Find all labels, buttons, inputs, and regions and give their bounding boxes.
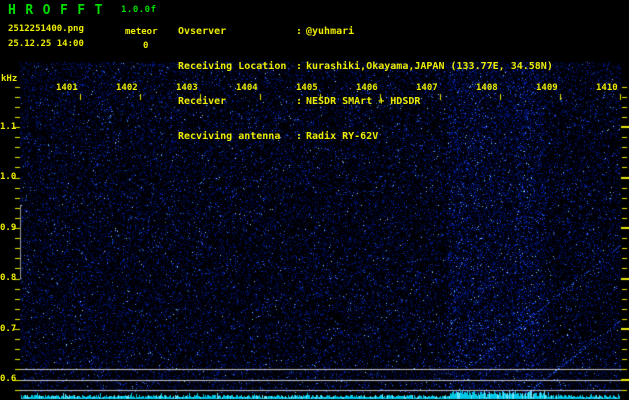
info-row-receiver: Receiver: NESDR SMArt + HDSDR (178, 95, 628, 108)
freq-tick-label: 0.7 (0, 324, 17, 334)
app-version: 1.0.0f (121, 5, 157, 15)
freq-tick-label: 1.1 (0, 122, 17, 132)
info-value: kurashiki,Okayama,JAPAN (133.77E, 34.58N… (306, 61, 553, 72)
time-tick-label: 1405 (296, 83, 318, 93)
datetime-label: 25.12.25 14:00 (8, 39, 84, 49)
time-tick-label: 1410 (596, 83, 618, 93)
info-separator: : (296, 96, 303, 107)
time-tick-label: 1409 (536, 83, 558, 93)
meteor-count-value: 0 (143, 41, 149, 51)
time-tick-label: 1401 (56, 83, 78, 93)
info-row-antenna: Recviving antenna: Radix RY-62V (178, 130, 628, 143)
time-tick-label: 1404 (236, 83, 258, 93)
info-separator: : (296, 61, 303, 72)
time-tick-label: 1402 (116, 83, 138, 93)
info-key: Ovserver (178, 26, 227, 37)
freq-axis-unit-label: kHz (1, 74, 18, 84)
info-value: @yuhmari (306, 26, 355, 37)
freq-tick-label: 0.8 (0, 273, 17, 283)
info-key: Receiving Location (178, 61, 287, 72)
time-tick-label: 1407 (416, 83, 438, 93)
info-value: NESDR SMArt + HDSDR (306, 96, 421, 107)
info-row-observer: Ovserver: @yuhmari (178, 25, 628, 38)
time-tick-label: 1403 (176, 83, 198, 93)
app-title: HROFFT (8, 3, 112, 18)
info-value: Radix RY-62V (306, 131, 379, 142)
freq-tick-label: 0.9 (0, 223, 17, 233)
meteor-count-label: meteor (125, 27, 158, 37)
info-key: Receiver (178, 96, 227, 107)
hrofft-window: HROFFT 1.0.0f 2512251400.png 25.12.25 14… (0, 0, 629, 400)
output-filename-label: 2512251400.png (8, 24, 84, 34)
info-key: Recviving antenna (178, 131, 281, 142)
info-separator: : (296, 26, 303, 37)
info-separator: : (296, 131, 303, 142)
info-row-location: Receiving Location: kurashiki,Okayama,JAP… (178, 60, 628, 73)
time-tick-label: 1408 (476, 83, 498, 93)
freq-tick-label: 0.6 (0, 374, 17, 384)
freq-tick-label: 1.0 (0, 172, 17, 182)
time-tick-label: 1406 (356, 83, 378, 93)
